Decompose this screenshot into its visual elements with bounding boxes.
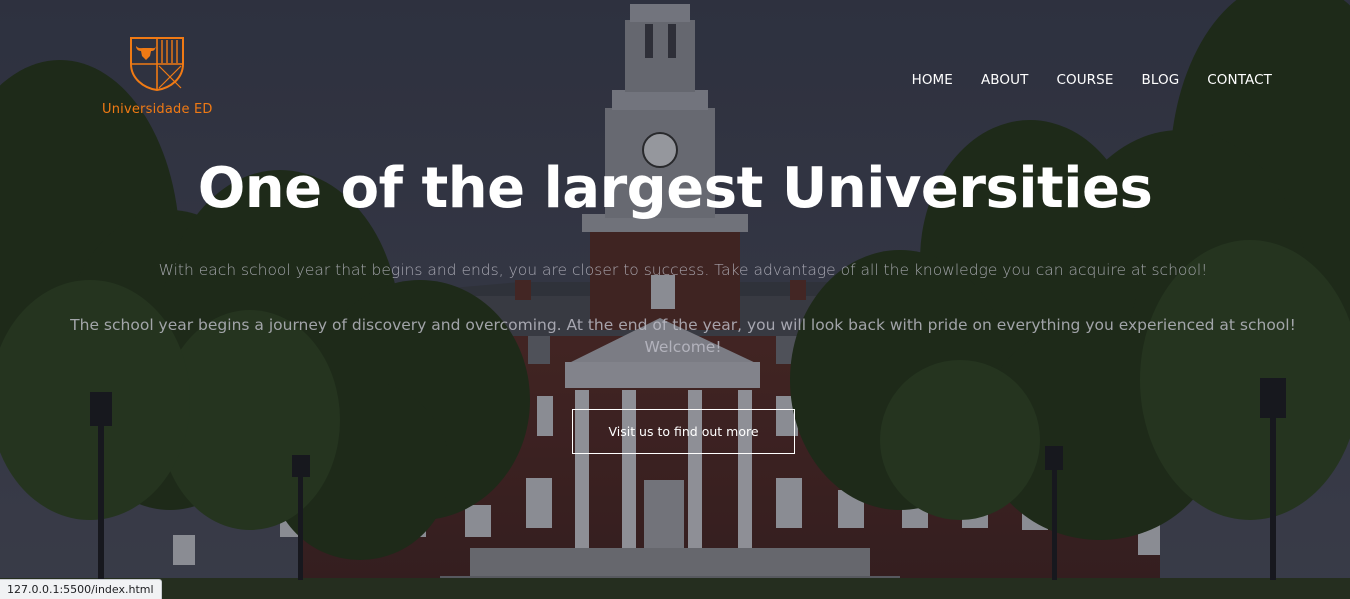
browser-status-url: 127.0.0.1:5500/index.html: [0, 579, 162, 599]
hero-welcome: Welcome!: [644, 338, 722, 356]
nav-home[interactable]: HOME: [912, 72, 953, 88]
hero-title: One of the largest Universities: [197, 156, 1153, 221]
hero-tagline-2-text: The school year begins a journey of disc…: [70, 316, 1296, 334]
brand-name: Universidade ED: [102, 102, 213, 117]
visit-us-button[interactable]: Visit us to find out more: [572, 409, 795, 454]
brand-logo[interactable]: Universidade ED: [100, 36, 215, 117]
bull-shield-icon: [130, 37, 184, 92]
hero-tagline-2: The school year begins a journey of disc…: [10, 314, 1350, 358]
nav-about[interactable]: ABOUT: [981, 72, 1029, 88]
nav-course[interactable]: COURSE: [1056, 72, 1113, 88]
nav-blog[interactable]: BLOG: [1141, 72, 1179, 88]
nav-contact[interactable]: CONTACT: [1207, 72, 1272, 88]
main-nav: HOME ABOUT COURSE BLOG CONTACT: [912, 72, 1272, 88]
hero-tagline-1: With each school year that begins and en…: [158, 261, 1208, 279]
